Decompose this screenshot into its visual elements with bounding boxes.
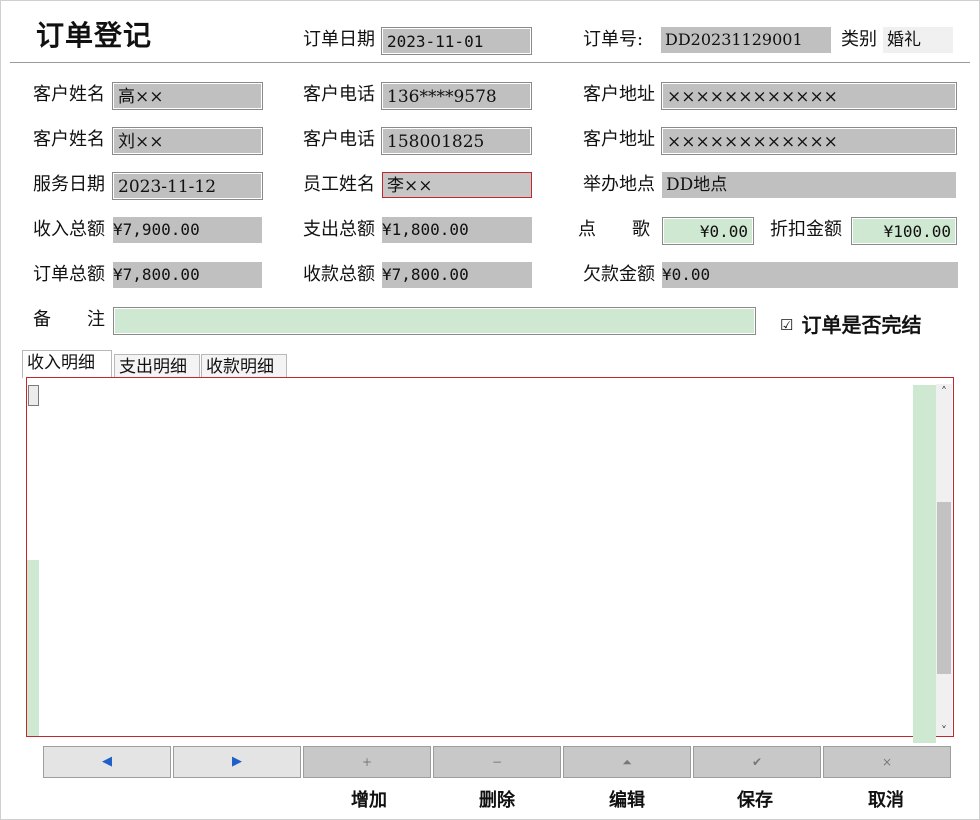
order-completed-label: 订单是否完结 bbox=[801, 313, 922, 337]
received-total-field: ¥7,800.00 bbox=[382, 262, 532, 288]
order-date-field[interactable]: 2023-11-01 bbox=[381, 27, 532, 55]
expense-total-label: 支出总额 bbox=[303, 219, 375, 240]
cancel-icon-button[interactable]: × bbox=[823, 746, 951, 778]
remark-field[interactable] bbox=[113, 307, 756, 335]
customer-address-field-1[interactable]: ×××××××××××× bbox=[661, 82, 957, 110]
song-label: 点 歌 bbox=[578, 219, 650, 240]
next-record-button[interactable]: ▶ bbox=[173, 746, 301, 778]
category-field[interactable]: 婚礼 bbox=[883, 27, 953, 53]
venue-label: 举办地点 bbox=[583, 174, 655, 195]
service-date-label: 服务日期 bbox=[33, 174, 105, 195]
owed-amount-label: 欠款金额 bbox=[583, 264, 655, 285]
income-total-label: 收入总额 bbox=[33, 219, 105, 240]
record-selector-handle[interactable] bbox=[28, 385, 39, 406]
category-label: 类别 bbox=[841, 29, 877, 50]
delete-icon-button[interactable]: − bbox=[433, 746, 561, 778]
customer-phone-label-2: 客户电话 bbox=[303, 129, 375, 150]
cancel-button-label[interactable]: 取消 bbox=[822, 786, 950, 812]
tab-expense-detail[interactable]: 支出明细 bbox=[114, 354, 200, 378]
scroll-down-icon[interactable]: ˅ bbox=[936, 723, 952, 739]
customer-address-label-1: 客户地址 bbox=[583, 84, 655, 105]
customer-name-label-1: 客户姓名 bbox=[33, 84, 105, 105]
save-icon-button[interactable]: ✔ bbox=[693, 746, 821, 778]
left-green-strip bbox=[27, 560, 39, 736]
save-button-label[interactable]: 保存 bbox=[691, 786, 819, 812]
discount-field[interactable]: ¥100.00 bbox=[851, 217, 957, 245]
right-green-strip bbox=[913, 385, 936, 743]
order-no-label: 订单号: bbox=[583, 29, 644, 50]
discount-label: 折扣金额 bbox=[770, 219, 842, 240]
customer-address-label-2: 客户地址 bbox=[583, 129, 655, 150]
owed-amount-field: ¥0.00 bbox=[662, 262, 958, 288]
page-title: 订单登记 bbox=[36, 19, 153, 52]
order-total-field: ¥7,800.00 bbox=[113, 262, 262, 288]
tab-payment-detail[interactable]: 收款明细 bbox=[201, 354, 287, 378]
remark-label: 备 注 bbox=[33, 309, 105, 330]
detail-panel bbox=[26, 377, 954, 737]
customer-name-field-2[interactable]: 刘×× bbox=[112, 127, 263, 155]
customer-phone-field-1[interactable]: 136****9578 bbox=[381, 82, 532, 110]
customer-name-label-2: 客户姓名 bbox=[33, 129, 105, 150]
scroll-up-icon[interactable]: ˄ bbox=[936, 384, 952, 400]
order-completed-checkbox[interactable]: ☑ 订单是否完结 bbox=[780, 309, 921, 338]
received-total-label: 收款总额 bbox=[303, 264, 375, 285]
venue-field[interactable]: DD地点 bbox=[662, 172, 956, 198]
tab-income-detail[interactable]: 收入明细 bbox=[22, 350, 112, 378]
song-field[interactable]: ¥0.00 bbox=[662, 217, 754, 245]
customer-name-field-1[interactable]: 高×× bbox=[112, 82, 263, 110]
staff-name-field[interactable]: 李×× bbox=[382, 172, 532, 198]
order-date-label: 订单日期 bbox=[303, 29, 375, 50]
staff-name-label: 员工姓名 bbox=[303, 174, 375, 195]
order-total-label: 订单总额 bbox=[33, 264, 105, 285]
header-divider bbox=[10, 62, 970, 63]
edit-icon-button[interactable]: ⏶ bbox=[563, 746, 691, 778]
prev-record-button[interactable]: ◀ bbox=[43, 746, 171, 778]
expense-total-field: ¥1,800.00 bbox=[382, 217, 532, 243]
scrollbar-thumb[interactable] bbox=[937, 502, 951, 674]
add-icon-button[interactable]: + bbox=[303, 746, 431, 778]
edit-button-label[interactable]: 编辑 bbox=[563, 786, 691, 812]
income-total-field: ¥7,900.00 bbox=[113, 217, 262, 243]
add-button-label[interactable]: 增加 bbox=[305, 786, 433, 812]
order-no-field[interactable]: DD20231129001 bbox=[661, 27, 831, 53]
delete-button-label[interactable]: 删除 bbox=[433, 786, 561, 812]
customer-phone-field-2[interactable]: 158001825 bbox=[381, 127, 532, 155]
customer-phone-label-1: 客户电话 bbox=[303, 84, 375, 105]
customer-address-field-2[interactable]: ×××××××××××× bbox=[661, 127, 957, 155]
service-date-field[interactable]: 2023-11-12 bbox=[112, 172, 263, 200]
checkbox-mark[interactable]: ☑ bbox=[780, 318, 793, 333]
